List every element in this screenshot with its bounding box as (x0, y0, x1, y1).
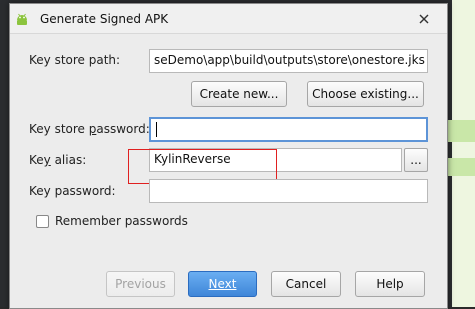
label-part: Key store (29, 122, 89, 136)
generate-signed-apk-dialog: Generate Signed APK Key store path: seDe… (9, 3, 448, 309)
title-bar: Generate Signed APK (10, 4, 447, 34)
create-new-button[interactable]: Create new... (191, 81, 287, 107)
label-part: Ke (29, 153, 44, 167)
choose-existing-button[interactable]: Choose existing... (307, 81, 424, 107)
previous-label: Previous (115, 277, 166, 291)
browse-alias-button[interactable]: ... (404, 148, 428, 172)
create-new-label: Create new... (199, 87, 279, 101)
text-cursor (156, 122, 157, 137)
key-alias-label: Key alias: (29, 153, 86, 167)
ide-right-strip (452, 0, 475, 307)
close-icon (419, 9, 429, 28)
choose-existing-label: Choose existing... (312, 87, 419, 101)
android-icon (14, 11, 30, 27)
key-password-label: Key password: (29, 184, 116, 198)
dialog-title: Generate Signed APK (40, 12, 169, 26)
next-button[interactable]: Next (188, 271, 257, 297)
close-button[interactable] (407, 8, 441, 28)
help-button[interactable]: Help (355, 271, 425, 297)
key-store-path-field[interactable]: seDemo\app\build\outputs\store\onestore.… (149, 49, 428, 73)
help-label: Help (376, 277, 404, 291)
key-password-field[interactable] (149, 179, 428, 203)
cancel-label: Cancel (285, 277, 327, 291)
ide-highlight-band (446, 120, 475, 142)
ide-highlight-band (446, 158, 475, 176)
browse-label: ... (410, 153, 422, 167)
key-store-password-field[interactable] (149, 117, 428, 142)
cancel-button[interactable]: Cancel (271, 271, 341, 297)
key-store-password-label: Key store password: (29, 122, 150, 136)
remember-passwords-label: Remember passwords (55, 214, 188, 228)
key-store-path-label: Key store path: (29, 53, 121, 67)
label-part: alias: (50, 153, 87, 167)
remember-passwords-checkbox[interactable] (36, 215, 49, 228)
next-label: Next (208, 277, 237, 291)
previous-button[interactable]: Previous (106, 271, 175, 297)
label-mnemonic: y (43, 153, 51, 167)
label-part: assword: (96, 122, 150, 136)
